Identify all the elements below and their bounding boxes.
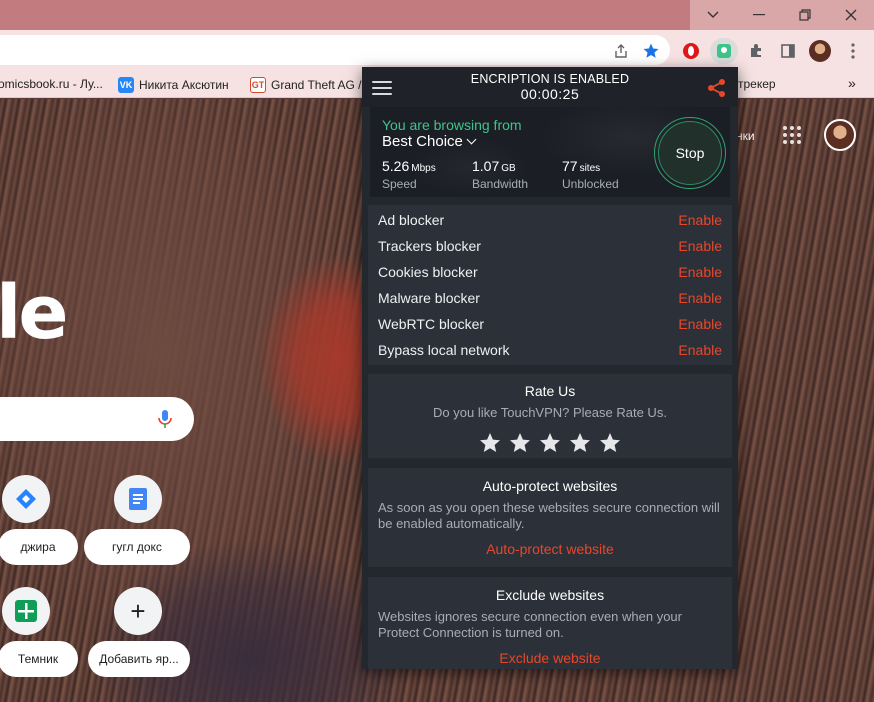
unblocked-sites-stat: 77 sites Unblocked — [562, 158, 619, 191]
chevron-down-icon — [466, 134, 477, 145]
exclude-websites-description: Websites ignores secure connection even … — [378, 609, 682, 640]
restore-icon — [799, 9, 811, 21]
google-docs-icon — [129, 488, 147, 510]
enable-webrtc-blocker-link[interactable]: Enable — [678, 316, 722, 332]
minimize-icon — [753, 14, 765, 16]
rate-us-card: Rate Us Do you like TouchVPN? Please Rat… — [368, 374, 732, 458]
touchvpn-popup: ENCRIPTION IS ENABLED 00:00:25 You are b… — [362, 67, 738, 669]
browser-toolbar — [0, 30, 874, 72]
blocker-row-bypass-local: Bypass local network Enable — [378, 342, 722, 358]
blocker-row-malware: Malware blocker Enable — [378, 290, 722, 306]
connection-status-panel: You are browsing from Best Choice 5.26 Mb… — [370, 107, 730, 197]
google-account-avatar[interactable] — [824, 119, 856, 151]
blocker-row-webrtc: WebRTC blocker Enable — [378, 316, 722, 332]
encryption-status-title: ENCRIPTION IS ENABLED — [470, 72, 630, 86]
shortcut-label-google-docs[interactable]: гугл докс — [84, 529, 190, 565]
bookmark-item[interactable]: omicsbook.ru - Лу... — [0, 77, 103, 91]
shortcut-label-jira[interactable]: джира — [0, 529, 78, 565]
share-icon[interactable] — [707, 78, 727, 98]
google-apps-icon[interactable] — [783, 126, 801, 144]
window-titlebar — [0, 0, 874, 30]
chevron-down-icon — [707, 11, 719, 18]
profile-avatar[interactable] — [809, 40, 831, 62]
blocker-row-ad: Ad blocker Enable — [378, 212, 722, 228]
microphone-icon[interactable] — [157, 409, 173, 429]
vk-icon: VK — [118, 77, 134, 93]
shortcut-label-temnik[interactable]: Темник — [0, 641, 78, 677]
shortcut-temnik[interactable] — [2, 587, 50, 635]
star-icon[interactable] — [568, 431, 592, 455]
blocker-row-cookies: Cookies blocker Enable — [378, 264, 722, 280]
bookmark-item[interactable]: GT Grand Theft AG / ... — [250, 77, 375, 93]
rating-stars — [368, 431, 732, 455]
enable-malware-blocker-link[interactable]: Enable — [678, 290, 722, 306]
bookmark-item[interactable]: VK Никита Аксютин — [118, 77, 229, 93]
enable-bypass-local-link[interactable]: Enable — [678, 342, 722, 358]
side-panel-icon[interactable] — [777, 40, 799, 62]
bookmark-star-icon[interactable] — [640, 40, 662, 62]
google-logo-fragment: le — [0, 270, 69, 356]
auto-protect-card: Auto-protect websites As soon as you ope… — [368, 468, 732, 567]
address-bar[interactable] — [0, 35, 670, 65]
rate-us-subtitle: Do you like TouchVPN? Please Rate Us. — [433, 405, 667, 420]
touchvpn-extension-icon[interactable] — [710, 38, 738, 64]
auto-protect-title: Auto-protect websites — [482, 478, 618, 494]
speed-stat: 5.26 Mbps Speed — [382, 158, 436, 191]
location-selector[interactable]: Best Choice — [382, 133, 477, 150]
opera-extension-icon[interactable] — [680, 40, 702, 62]
browsing-from-label: You are browsing from — [382, 117, 522, 133]
bookmark-item[interactable]: трекер — [738, 77, 776, 91]
star-icon[interactable] — [538, 431, 562, 455]
shortcut-jira[interactable] — [2, 475, 50, 523]
stop-button[interactable]: Stop — [654, 117, 726, 189]
close-icon — [845, 9, 857, 21]
star-icon[interactable] — [508, 431, 532, 455]
enable-trackers-blocker-link[interactable]: Enable — [678, 238, 722, 254]
restore-button[interactable] — [782, 0, 828, 30]
shortcut-google-docs[interactable] — [114, 475, 162, 523]
extensions-puzzle-icon[interactable] — [745, 40, 767, 62]
minimize-button[interactable] — [736, 0, 782, 30]
add-shortcut-button[interactable]: + — [114, 587, 162, 635]
plus-icon: + — [130, 595, 146, 626]
enable-cookies-blocker-link[interactable]: Enable — [678, 264, 722, 280]
tab-search-button[interactable] — [690, 0, 736, 30]
bookmarks-overflow-button[interactable]: » — [848, 75, 856, 91]
auto-protect-description: As soon as you open these websites secur… — [378, 500, 720, 531]
exclude-websites-title: Exclude websites — [495, 587, 605, 603]
close-window-button[interactable] — [828, 0, 874, 30]
kebab-menu-icon[interactable] — [842, 40, 864, 62]
rate-us-title: Rate Us — [524, 383, 576, 399]
exclude-website-link[interactable]: Exclude website — [368, 650, 732, 666]
star-icon[interactable] — [478, 431, 502, 455]
google-sheets-icon — [15, 600, 37, 622]
star-icon[interactable] — [598, 431, 622, 455]
gtag-icon: GT — [250, 77, 266, 93]
side-text[interactable]: нки — [736, 129, 755, 143]
popup-header: ENCRIPTION IS ENABLED 00:00:25 — [362, 67, 738, 107]
bandwidth-stat: 1.07 GB Bandwidth — [472, 158, 529, 191]
blocker-row-trackers: Trackers blocker Enable — [378, 238, 722, 254]
share-page-icon[interactable] — [610, 40, 632, 62]
enable-ad-blocker-link[interactable]: Enable — [678, 212, 722, 228]
jira-icon — [16, 489, 36, 509]
auto-protect-website-link[interactable]: Auto-protect website — [368, 541, 732, 557]
shortcut-label-add[interactable]: Добавить яр... — [88, 641, 190, 677]
connection-timer: 00:00:25 — [520, 86, 580, 102]
exclude-websites-card: Exclude websites Websites ignores secure… — [368, 577, 732, 669]
blockers-card: Ad blocker Enable Trackers blocker Enabl… — [368, 205, 732, 365]
